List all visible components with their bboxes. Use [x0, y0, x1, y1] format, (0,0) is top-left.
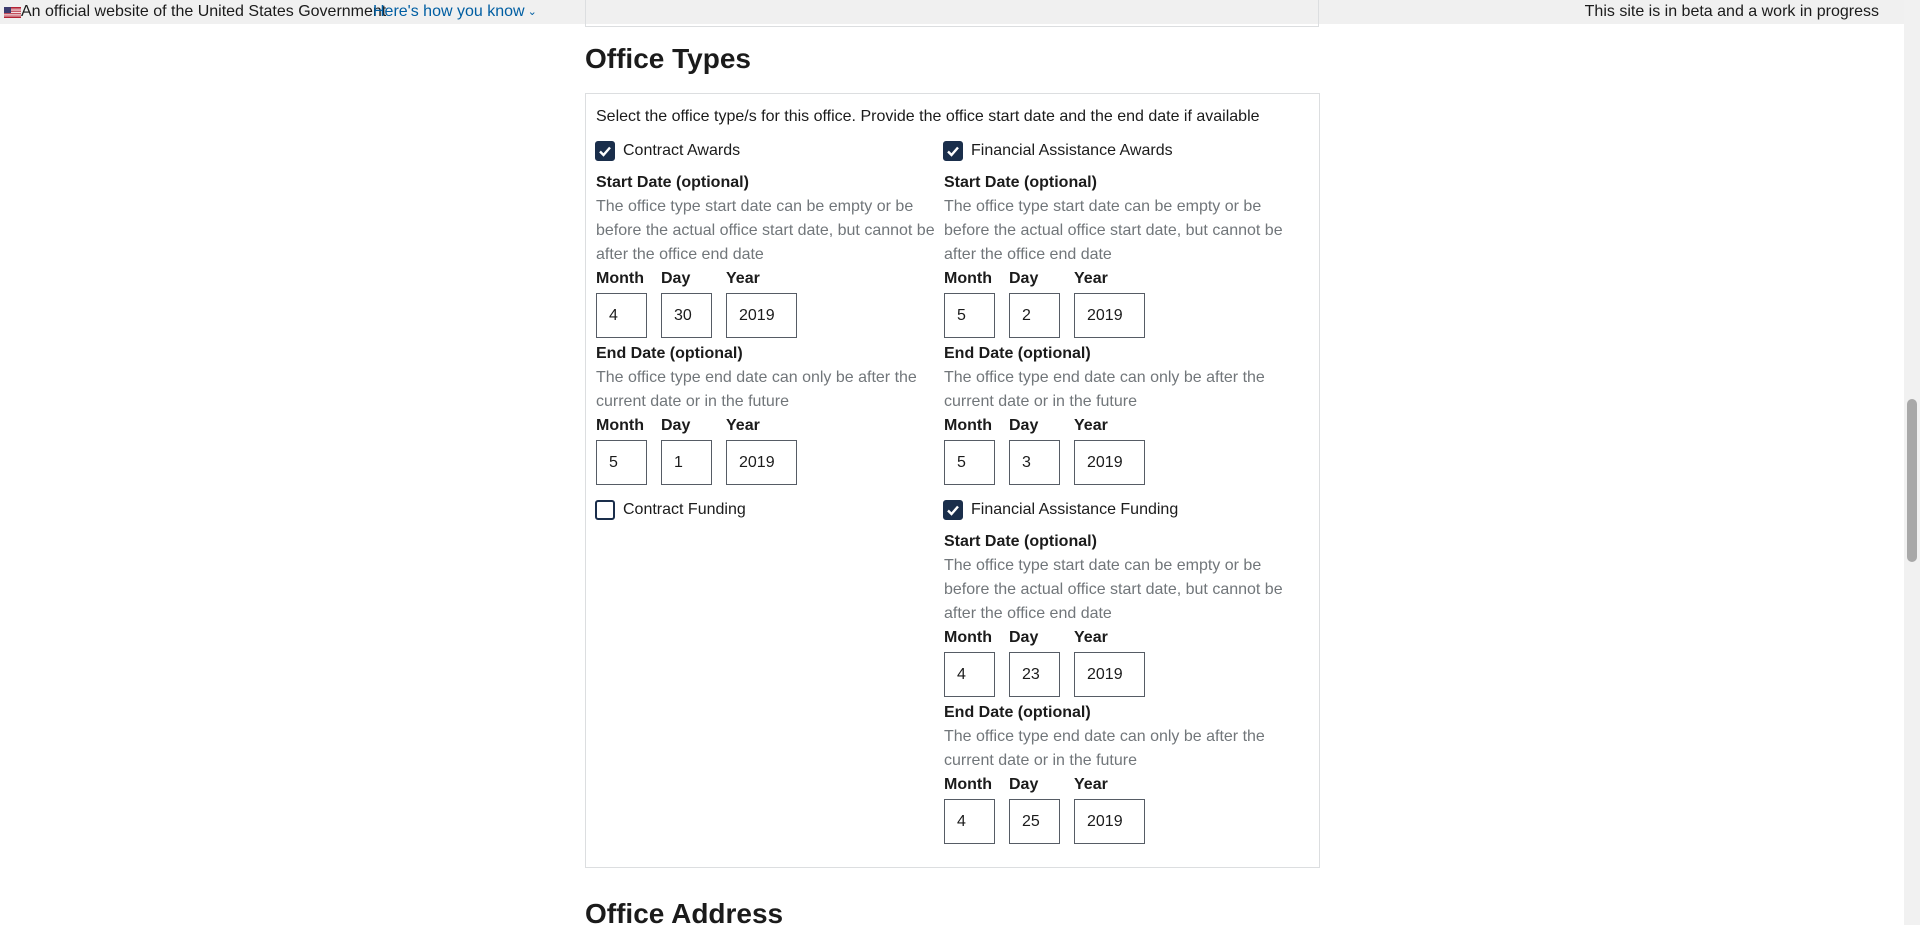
end-day-input[interactable]: 1	[661, 440, 712, 485]
end-month-input[interactable]: 5	[596, 440, 647, 485]
section-title: Office Types	[585, 43, 751, 74]
month-label: Month	[596, 417, 644, 434]
start-date-hint: The office type start date can be empty …	[596, 198, 935, 263]
start-day-input[interactable]: 2	[1009, 293, 1060, 338]
checkbox-label: Financial Assistance Awards	[971, 142, 1173, 159]
how-you-know-link[interactable]: Here's how you know ⌄	[373, 0, 537, 25]
start-month-input[interactable]: 4	[944, 652, 995, 697]
contract-funding-checkbox[interactable]: Contract Funding	[595, 499, 746, 521]
day-label: Day	[1009, 270, 1039, 287]
start-date-hint: The office type start date can be empty …	[944, 557, 1283, 622]
start-date-hint: The office type start date can be empty …	[944, 198, 1283, 263]
end-month-input[interactable]: 5	[944, 440, 995, 485]
end-year-input[interactable]: 2019	[1074, 799, 1145, 844]
official-site-text: An official website of the United States…	[21, 3, 387, 20]
financial-assistance-funding-checkbox[interactable]: Financial Assistance Funding	[943, 499, 1178, 521]
end-date-label: End Date (optional)	[944, 704, 1091, 721]
checkbox-box[interactable]	[943, 141, 963, 161]
year-label: Year	[1074, 417, 1108, 434]
end-date-hint: The office type end date can only be aft…	[944, 369, 1265, 410]
checkbox-box[interactable]	[595, 141, 615, 161]
us-flag-icon	[4, 7, 21, 18]
end-day-input[interactable]: 25	[1009, 799, 1060, 844]
start-year-input[interactable]: 2019	[1074, 293, 1145, 338]
year-label: Year	[1074, 270, 1108, 287]
start-date-label: Start Date (optional)	[944, 533, 1097, 550]
day-label: Day	[1009, 776, 1039, 793]
year-label: Year	[1074, 776, 1108, 793]
checkbox-box[interactable]	[943, 500, 963, 520]
end-date-label: End Date (optional)	[596, 345, 743, 362]
beta-notice: This site is in beta and a work in progr…	[1584, 3, 1879, 20]
day-label: Day	[661, 270, 691, 287]
day-label: Day	[1009, 629, 1039, 646]
month-label: Month	[944, 417, 992, 434]
year-label: Year	[1074, 629, 1108, 646]
day-label: Day	[661, 417, 691, 434]
end-year-input[interactable]: 2019	[726, 440, 797, 485]
start-day-input[interactable]: 23	[1009, 652, 1060, 697]
how-you-know-label: Here's how you know	[373, 3, 525, 20]
instructions-text: Select the office type/s for this office…	[596, 108, 1260, 125]
checkmark-icon	[599, 146, 611, 157]
month-label: Month	[944, 776, 992, 793]
start-date-label: Start Date (optional)	[596, 174, 749, 191]
month-label: Month	[944, 270, 992, 287]
end-date-hint: The office type end date can only be aft…	[944, 728, 1265, 769]
checkbox-box[interactable]	[595, 500, 615, 520]
financial-assistance-awards-checkbox[interactable]: Financial Assistance Awards	[943, 140, 1173, 162]
start-month-input[interactable]: 4	[596, 293, 647, 338]
end-date-hint: The office type end date can only be aft…	[596, 369, 917, 410]
contract-awards-checkbox[interactable]: Contract Awards	[595, 140, 740, 162]
start-day-input[interactable]: 30	[661, 293, 712, 338]
end-day-input[interactable]: 3	[1009, 440, 1060, 485]
start-year-input[interactable]: 2019	[1074, 652, 1145, 697]
scrollbar-thumb[interactable]	[1907, 399, 1917, 562]
checkbox-label: Financial Assistance Funding	[971, 501, 1179, 518]
start-year-input[interactable]: 2019	[726, 293, 797, 338]
start-date-label: Start Date (optional)	[944, 174, 1097, 191]
start-month-input[interactable]: 5	[944, 293, 995, 338]
month-label: Month	[944, 629, 992, 646]
office-address-title: Office Address	[585, 898, 784, 929]
year-label: Year	[726, 417, 760, 434]
checkmark-icon	[947, 146, 959, 157]
day-label: Day	[1009, 417, 1039, 434]
year-label: Year	[726, 270, 760, 287]
end-month-input[interactable]: 4	[944, 799, 995, 844]
previous-section-card	[585, 0, 1319, 27]
end-year-input[interactable]: 2019	[1074, 440, 1145, 485]
end-date-label: End Date (optional)	[944, 345, 1091, 362]
month-label: Month	[596, 270, 644, 287]
checkbox-label: Contract Funding	[623, 501, 746, 518]
checkmark-icon	[947, 505, 959, 516]
chevron-down-icon: ⌄	[527, 6, 537, 18]
checkbox-label: Contract Awards	[623, 142, 741, 159]
